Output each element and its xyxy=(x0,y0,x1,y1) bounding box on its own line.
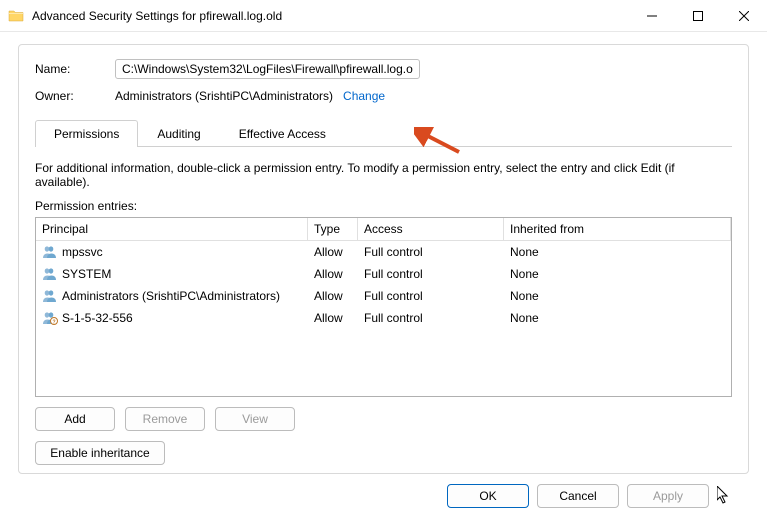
type-cell: Allow xyxy=(308,242,358,262)
folder-icon xyxy=(8,8,24,24)
type-cell: Allow xyxy=(308,286,358,306)
permission-grid: Principal Type Access Inherited from mps… xyxy=(35,217,732,397)
principal-name: S-1-5-32-556 xyxy=(62,311,133,325)
col-header-access[interactable]: Access xyxy=(358,218,504,240)
window-title: Advanced Security Settings for pfirewall… xyxy=(32,9,629,23)
info-text: For additional information, double-click… xyxy=(35,161,732,189)
access-cell: Full control xyxy=(358,286,504,306)
tab-auditing[interactable]: Auditing xyxy=(138,120,219,147)
ok-button[interactable]: OK xyxy=(447,484,529,508)
inherited-cell: None xyxy=(504,242,731,262)
inherited-cell: None xyxy=(504,308,731,328)
principal-icon xyxy=(42,245,58,259)
name-row: Name: xyxy=(35,59,732,79)
remove-button[interactable]: Remove xyxy=(125,407,205,431)
col-header-principal[interactable]: Principal xyxy=(36,218,308,240)
name-label: Name: xyxy=(35,62,115,76)
access-cell: Full control xyxy=(358,264,504,284)
access-cell: Full control xyxy=(358,308,504,328)
dialog-footer: OK Cancel Apply xyxy=(18,474,749,508)
principal-icon xyxy=(42,289,58,303)
permission-entries-label: Permission entries: xyxy=(35,199,732,213)
principal-icon: ? xyxy=(42,311,58,325)
minimize-button[interactable] xyxy=(629,0,675,31)
type-cell: Allow xyxy=(308,308,358,328)
table-row[interactable]: mpssvc AllowFull controlNone xyxy=(36,241,731,263)
enable-inheritance-button[interactable]: Enable inheritance xyxy=(35,441,165,465)
svg-text:?: ? xyxy=(52,320,55,326)
grid-buttons: Add Remove View xyxy=(35,407,732,431)
content-box: Name: Owner: Administrators (SrishtiPC\A… xyxy=(18,44,749,474)
owner-label: Owner: xyxy=(35,89,115,103)
table-row[interactable]: ? S-1-5-32-556 AllowFull controlNone xyxy=(36,307,731,329)
owner-value: Administrators (SrishtiPC\Administrators… xyxy=(115,89,333,103)
col-header-inherited[interactable]: Inherited from xyxy=(504,218,731,240)
window-controls xyxy=(629,0,767,31)
owner-row: Owner: Administrators (SrishtiPC\Adminis… xyxy=(35,89,732,103)
inherited-cell: None xyxy=(504,264,731,284)
principal-name: Administrators (SrishtiPC\Administrators… xyxy=(62,289,280,303)
add-button[interactable]: Add xyxy=(35,407,115,431)
tab-permissions[interactable]: Permissions xyxy=(35,120,138,147)
cancel-button[interactable]: Cancel xyxy=(537,484,619,508)
dialog-body: Name: Owner: Administrators (SrishtiPC\A… xyxy=(0,32,767,516)
inheritance-buttons: Enable inheritance xyxy=(35,441,732,465)
type-cell: Allow xyxy=(308,264,358,284)
maximize-button[interactable] xyxy=(675,0,721,31)
principal-name: SYSTEM xyxy=(62,267,111,281)
table-row[interactable]: SYSTEM AllowFull controlNone xyxy=(36,263,731,285)
col-header-type[interactable]: Type xyxy=(308,218,358,240)
table-row[interactable]: Administrators (SrishtiPC\Administrators… xyxy=(36,285,731,307)
tab-effective-access[interactable]: Effective Access xyxy=(220,120,345,147)
inherited-cell: None xyxy=(504,286,731,306)
name-input[interactable] xyxy=(115,59,420,79)
change-owner-link[interactable]: Change xyxy=(343,89,385,103)
cursor-icon xyxy=(717,486,731,506)
access-cell: Full control xyxy=(358,242,504,262)
close-button[interactable] xyxy=(721,0,767,31)
apply-button[interactable]: Apply xyxy=(627,484,709,508)
principal-name: mpssvc xyxy=(62,245,103,259)
titlebar: Advanced Security Settings for pfirewall… xyxy=(0,0,767,32)
grid-header: Principal Type Access Inherited from xyxy=(36,218,731,241)
principal-icon xyxy=(42,267,58,281)
view-button[interactable]: View xyxy=(215,407,295,431)
grid-body: mpssvcAllowFull controlNoneSYSTEMAllowFu… xyxy=(36,241,731,396)
tab-strip: Permissions Auditing Effective Access xyxy=(35,119,732,147)
